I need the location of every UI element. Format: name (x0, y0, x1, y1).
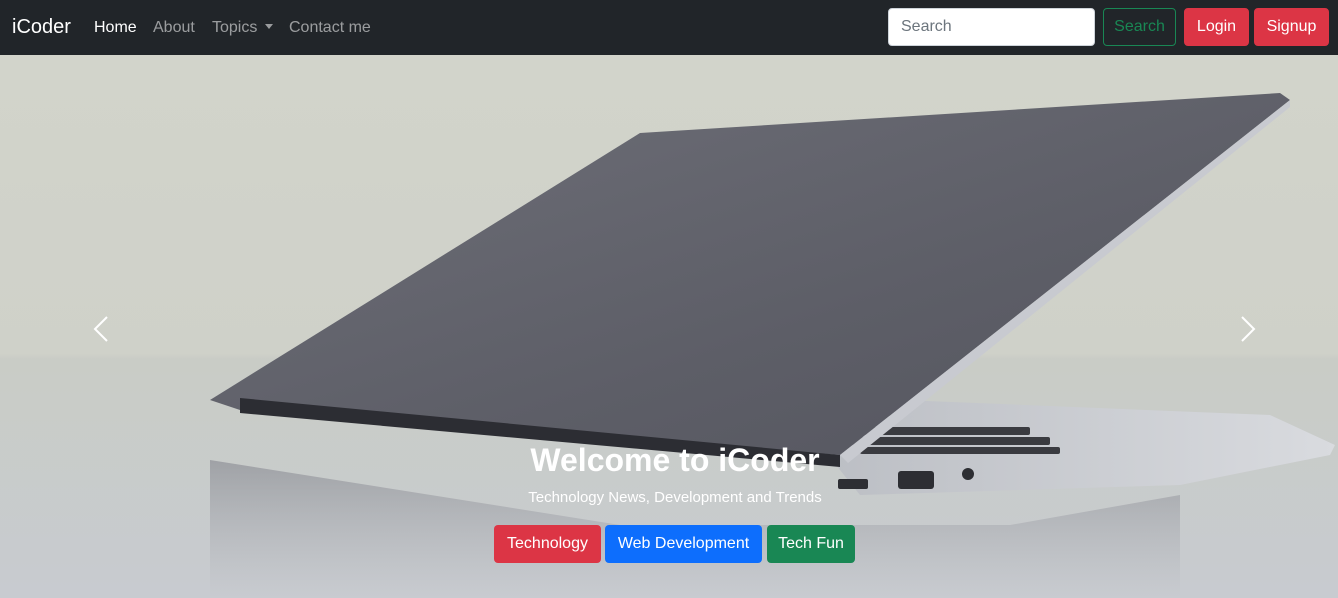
brand-logo[interactable]: iCoder (12, 14, 71, 40)
search-button[interactable]: Search (1103, 8, 1176, 46)
tech-fun-button[interactable]: Tech Fun (767, 525, 855, 563)
carousel-subtitle: Technology News, Development and Trends (528, 489, 822, 506)
hero-carousel: Welcome to iCoder Technology News, Devel… (0, 55, 1338, 598)
nav-contact[interactable]: Contact me (289, 17, 371, 38)
nav-home[interactable]: Home (94, 17, 137, 38)
laptop-photo (210, 93, 1335, 598)
nav-topics-dropdown[interactable]: Topics (212, 17, 274, 38)
top-navbar: iCoder Home About Topics Contact me Sear… (0, 0, 1338, 55)
login-button[interactable]: Login (1184, 8, 1249, 46)
web-development-button[interactable]: Web Development (605, 525, 762, 563)
carousel-title: Welcome to iCoder (530, 442, 820, 478)
chevron-left-icon (93, 316, 108, 342)
carousel-next-button[interactable] (1233, 312, 1263, 346)
chevron-right-icon (1241, 316, 1256, 342)
search-input[interactable] (888, 8, 1095, 46)
caret-down-icon (265, 24, 274, 29)
nav-about[interactable]: About (153, 17, 195, 38)
signup-button[interactable]: Signup (1254, 8, 1329, 46)
carousel-prev-button[interactable] (86, 312, 116, 346)
technology-button[interactable]: Technology (494, 525, 601, 563)
nav-topics-label: Topics (212, 19, 258, 36)
